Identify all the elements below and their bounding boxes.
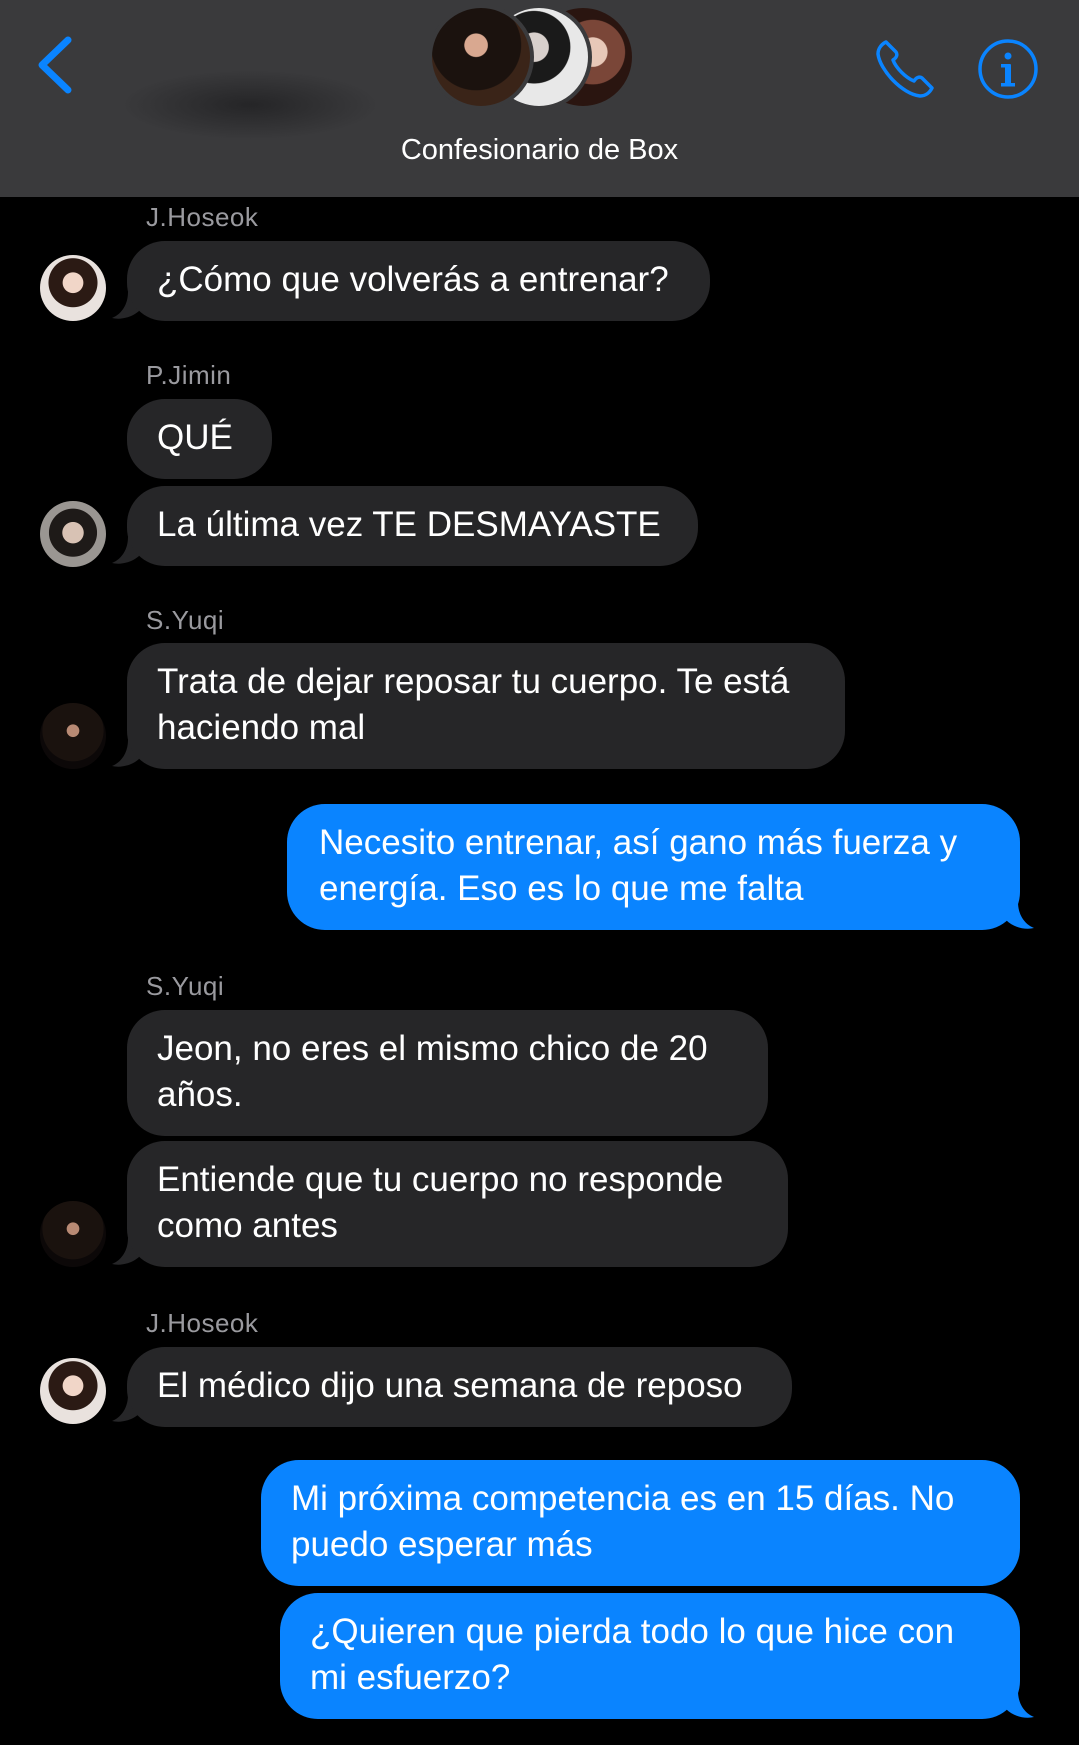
chat-header: Confesionario de Box xyxy=(0,0,1079,197)
avatar-yuqi[interactable] xyxy=(40,1201,106,1267)
sender-name: J.Hoseok xyxy=(146,202,259,232)
sender-name: S.Yuqi xyxy=(146,605,225,635)
message-text: QUÉ xyxy=(157,418,233,457)
info-button[interactable] xyxy=(977,38,1039,100)
message-text: energía. Eso es lo que me falta xyxy=(319,869,804,908)
group-avatar-stack[interactable] xyxy=(428,4,648,114)
message-text: Mi próxima competencia es en 15 días. No xyxy=(291,1479,955,1518)
message-text: ¿Cómo que volverás a entrenar? xyxy=(157,260,669,299)
bubble-tail xyxy=(1006,902,1034,929)
message-bubble-incoming[interactable]: QUÉ xyxy=(127,399,272,479)
avatar-hoseok[interactable] xyxy=(40,255,106,321)
message-text: La última vez TE DESMAYASTE xyxy=(157,505,661,544)
message-text: puedo esperar más xyxy=(291,1525,593,1564)
avatar-jimin[interactable] xyxy=(40,501,106,567)
message-bubble-outgoing[interactable]: Mi próxima competencia es en 15 días. No… xyxy=(261,1460,1020,1586)
sender-name: P.Jimin xyxy=(146,360,232,390)
message-text: Jeon, no eres el mismo chico de 20 xyxy=(157,1029,708,1068)
avatar-hoseok[interactable] xyxy=(40,1358,106,1424)
message-text: como antes xyxy=(157,1206,338,1245)
message-bubble-incoming[interactable]: Jeon, no eres el mismo chico de 20 años. xyxy=(127,1010,768,1136)
group-avatar xyxy=(428,4,534,110)
message-bubble-incoming[interactable]: La última vez TE DESMAYASTE xyxy=(127,486,698,566)
message-text: Necesito entrenar, así gano más fuerza y xyxy=(319,823,958,862)
message-bubble-incoming[interactable]: Entiende que tu cuerpo no responde como … xyxy=(127,1141,788,1267)
message-bubble-incoming[interactable]: ¿Cómo que volverás a entrenar? xyxy=(127,241,710,321)
message-bubble-outgoing[interactable]: ¿Quieren que pierda todo lo que hice con… xyxy=(280,1593,1020,1719)
message-text: haciendo mal xyxy=(157,708,366,747)
message-bubble-incoming[interactable]: El médico dijo una semana de reposo xyxy=(127,1347,792,1427)
blurred-area xyxy=(120,70,380,140)
chevron-left-icon xyxy=(38,36,72,94)
group-title[interactable]: Confesionario de Box xyxy=(0,134,1079,167)
bubble-tail xyxy=(1006,1691,1034,1718)
message-text: Trata de dejar reposar tu cuerpo. Te est… xyxy=(157,662,790,701)
sender-name: J.Hoseok xyxy=(146,1308,259,1338)
avatar-yuqi[interactable] xyxy=(40,703,106,769)
message-bubble-outgoing[interactable]: Necesito entrenar, así gano más fuerza y… xyxy=(287,804,1020,930)
sender-name: S.Yuqi xyxy=(146,971,225,1001)
back-button[interactable] xyxy=(30,30,90,100)
phone-icon xyxy=(876,40,934,98)
message-bubble-incoming[interactable]: Trata de dejar reposar tu cuerpo. Te est… xyxy=(127,643,845,769)
message-text: Entiende que tu cuerpo no responde xyxy=(157,1160,724,1199)
info-circle-icon xyxy=(978,39,1038,99)
message-text: ¿Quieren que pierda todo lo que hice con xyxy=(310,1612,955,1651)
message-text: mi esfuerzo? xyxy=(310,1658,511,1697)
message-text: años. xyxy=(157,1075,243,1114)
message-text: El médico dijo una semana de reposo xyxy=(157,1366,743,1405)
call-button[interactable] xyxy=(872,36,938,102)
